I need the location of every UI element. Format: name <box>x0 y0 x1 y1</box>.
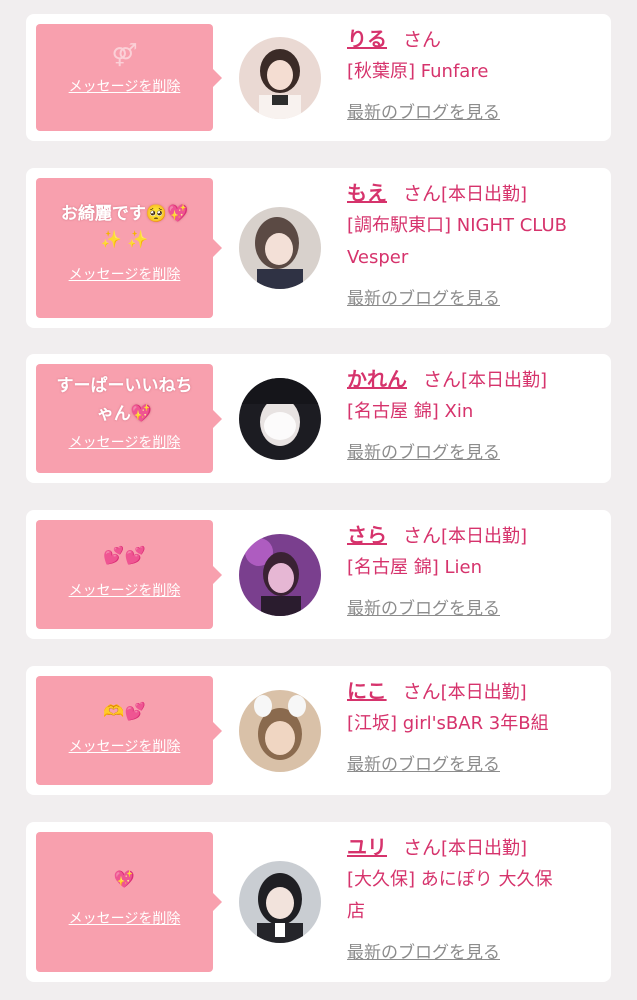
latest-blog-link[interactable]: 最新のブログを見る <box>347 594 603 619</box>
avatar[interactable] <box>239 861 321 943</box>
shop-name: [江坂] girl'sBAR 3年B組 <box>347 713 549 734</box>
honorific: さん <box>403 183 442 205</box>
message-text: 💕💕 <box>103 546 146 566</box>
delete-message-link[interactable]: メッセージを削除 <box>69 432 181 452</box>
avatar[interactable] <box>239 37 321 119</box>
message-card: すーぱーいいねち ゃん💖 メッセージを削除 かれん さん[本日出勤] [名古屋 錦… <box>26 354 611 483</box>
honorific: さん <box>403 29 442 51</box>
message-text: ✨ ✨ <box>100 230 149 250</box>
message-bubble: 💖 メッセージを削除 <box>36 832 222 972</box>
cast-name-link[interactable]: にこ <box>347 679 387 703</box>
status-badge: [本日出勤] <box>441 184 528 205</box>
delete-message-link[interactable]: メッセージを削除 <box>69 908 181 928</box>
message-text: お綺麗です🥺💖 <box>60 204 189 224</box>
honorific: さん <box>403 837 442 859</box>
message-card: 💕💕 メッセージを削除 さら さん[本日出勤] [名古屋 錦] Lien 最新のブ… <box>26 510 611 639</box>
status-badge: [本日出勤] <box>440 682 527 703</box>
status-badge: [本日出勤] <box>441 526 528 547</box>
message-card: 🫶💕 メッセージを削除 にこ さん[本日出勤] [江坂] girl'sBAR 3年… <box>26 666 611 795</box>
message-text: 💖 <box>113 870 136 890</box>
message-bubble: 🫶💕 メッセージを削除 <box>36 676 222 785</box>
status-badge: [本日出勤] <box>461 370 548 391</box>
cast-name-link[interactable]: りる <box>347 27 387 51</box>
cast-name-link[interactable]: かれん <box>347 367 407 391</box>
message-text: ゃん💖 <box>96 404 153 424</box>
delete-message-link[interactable]: メッセージを削除 <box>69 76 181 96</box>
shop-name: [名古屋 錦] Lien <box>347 557 482 578</box>
shop-name-cont: 店 <box>347 901 365 922</box>
cast-name-link[interactable]: ユリ <box>347 835 387 859</box>
shop-name: [調布駅東口] NIGHT CLUB <box>347 215 567 236</box>
avatar[interactable] <box>239 207 321 289</box>
honorific: さん <box>423 369 462 391</box>
cast-info: にこ さん[本日出勤] [江坂] girl'sBAR 3年B組 最新のブログを見る <box>347 676 603 775</box>
message-bubble: すーぱーいいねち ゃん💖 メッセージを削除 <box>36 364 222 473</box>
message-card: 💖 メッセージを削除 ユリ さん[本日出勤] [大久保] あにぽり 大久保 店 最… <box>26 822 611 982</box>
latest-blog-link[interactable]: 最新のブログを見る <box>347 98 603 123</box>
shop-name-cont: Vesper <box>347 247 409 268</box>
honorific: さん <box>402 681 441 703</box>
rings-icon: ⚤ <box>111 43 138 68</box>
latest-blog-link[interactable]: 最新のブログを見る <box>347 438 603 463</box>
cast-info: かれん さん[本日出勤] [名古屋 錦] Xin 最新のブログを見る <box>347 364 603 463</box>
cast-info: ユリ さん[本日出勤] [大久保] あにぽり 大久保 店 最新のブログを見る <box>347 832 603 963</box>
latest-blog-link[interactable]: 最新のブログを見る <box>347 750 603 775</box>
message-text: すーぱーいいねち <box>56 376 193 396</box>
latest-blog-link[interactable]: 最新のブログを見る <box>347 938 603 963</box>
message-card: お綺麗です🥺💖 ✨ ✨ メッセージを削除 もえ さん[本日出勤] [調布駅東口] … <box>26 168 611 328</box>
latest-blog-link[interactable]: 最新のブログを見る <box>347 284 603 309</box>
cast-info: もえ さん[本日出勤] [調布駅東口] NIGHT CLUB Vesper 最新の… <box>347 178 603 309</box>
cast-info: さら さん[本日出勤] [名古屋 錦] Lien 最新のブログを見る <box>347 520 603 619</box>
shop-name: [大久保] あにぽり 大久保 <box>347 869 553 890</box>
message-bubble: 💕💕 メッセージを削除 <box>36 520 222 629</box>
avatar[interactable] <box>239 690 321 772</box>
message-bubble: お綺麗です🥺💖 ✨ ✨ メッセージを削除 <box>36 178 222 318</box>
delete-message-link[interactable]: メッセージを削除 <box>69 264 181 284</box>
avatar[interactable] <box>239 534 321 616</box>
message-bubble: ⚤ メッセージを削除 <box>36 24 222 131</box>
shop-name: [秋葉原] Funfare <box>347 61 489 82</box>
cast-name-link[interactable]: さら <box>347 523 387 547</box>
delete-message-link[interactable]: メッセージを削除 <box>69 580 181 600</box>
message-card: ⚤ メッセージを削除 りる さん [秋葉原] Funfare 最新のブログを見る <box>26 14 611 141</box>
delete-message-link[interactable]: メッセージを削除 <box>69 736 181 756</box>
cast-info: りる さん [秋葉原] Funfare 最新のブログを見る <box>347 24 603 123</box>
status-badge: [本日出勤] <box>441 838 528 859</box>
message-text: 🫶💕 <box>103 702 146 722</box>
shop-name: [名古屋 錦] Xin <box>347 401 474 422</box>
avatar[interactable] <box>239 378 321 460</box>
cast-name-link[interactable]: もえ <box>347 181 387 205</box>
honorific: さん <box>403 525 442 547</box>
